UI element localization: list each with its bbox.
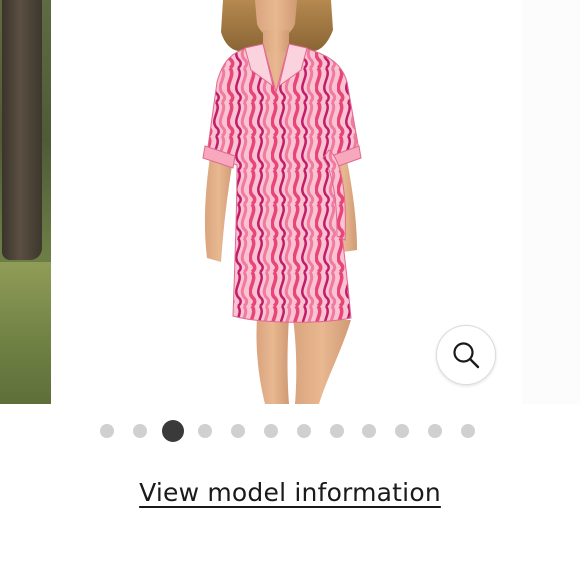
carousel-dot[interactable] (132, 424, 147, 438)
carousel-dot-active[interactable] (161, 420, 184, 442)
carousel-dot[interactable] (231, 424, 246, 438)
product-image-carousel[interactable] (0, 0, 580, 404)
view-model-information-link[interactable]: View model information (0, 478, 580, 507)
carousel-dot[interactable] (296, 424, 311, 438)
model-left-leg (256, 318, 289, 404)
zoom-button[interactable] (436, 325, 496, 385)
carousel-dot[interactable] (428, 424, 442, 438)
next-slide-image[interactable] (522, 0, 580, 404)
tree-trunk (2, 0, 42, 260)
carousel-dot[interactable] (362, 424, 377, 438)
carousel-pagination (0, 419, 580, 443)
carousel-dot[interactable] (264, 424, 278, 438)
previous-slide-image[interactable] (0, 0, 51, 404)
carousel-dot[interactable] (198, 424, 213, 438)
carousel-dot[interactable] (329, 424, 344, 438)
carousel-dot[interactable] (460, 424, 475, 438)
carousel-dot[interactable] (395, 424, 410, 438)
carousel-dot[interactable] (100, 424, 114, 438)
grass (0, 262, 51, 404)
magnifier-icon (453, 342, 480, 369)
model-right-leg (293, 318, 351, 404)
